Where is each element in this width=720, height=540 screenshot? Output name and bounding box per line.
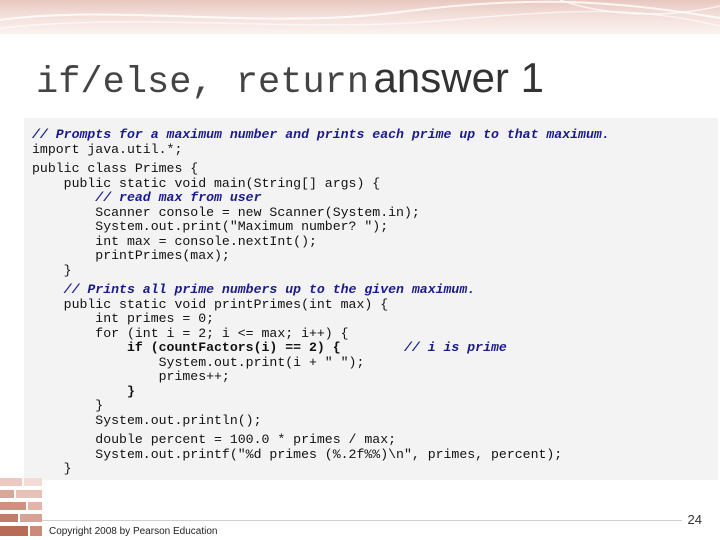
code-line: System.out.print(i + " "); <box>32 354 365 370</box>
code-line: } <box>32 262 72 278</box>
code-line: } <box>32 398 104 413</box>
code-line: if (countFactors(i) == 2) { // i is prim… <box>32 340 610 356</box>
code-line: for (int i = 2; i <= max; i++) { <box>32 325 349 341</box>
code-line: } <box>32 383 135 399</box>
code-line: System.out.print("Maximum number? "); <box>32 219 389 234</box>
copyright-text: Copyright 2008 by Pearson Education <box>49 526 218 537</box>
slide-title: if/else, return answer 1 <box>36 54 544 104</box>
code-line: import java.util.*; <box>32 141 183 157</box>
brick-decoration <box>0 478 42 536</box>
code-line: // Prompts for a maximum number and prin… <box>32 127 610 142</box>
page-number: 24 <box>687 512 702 527</box>
code-line: int max = console.nextInt(); <box>32 233 317 249</box>
code-line: printPrimes(max); <box>32 248 230 263</box>
code-line: int primes = 0; <box>32 311 215 326</box>
code-line: primes++; <box>32 369 230 384</box>
code-block: // Prompts for a maximum number and prin… <box>32 127 610 477</box>
header-swirl-decoration <box>0 0 720 29</box>
code-inline-comment: // i is prime <box>340 340 507 355</box>
code-line: System.out.println(); <box>32 412 262 428</box>
code-line: // Prints all prime numbers up to the gi… <box>32 282 476 297</box>
footer-divider <box>42 520 682 521</box>
code-line: public static void printPrimes(int max) … <box>32 296 389 312</box>
code-line: } <box>32 461 72 476</box>
code-if-statement: if (countFactors(i) == 2) { <box>32 340 341 355</box>
code-line: double percent = 100.0 * primes / max; <box>32 432 397 447</box>
code-line: public class Primes { <box>32 161 199 176</box>
code-line: Scanner console = new Scanner(System.in)… <box>32 204 420 220</box>
title-text-part: answer 1 <box>373 54 544 101</box>
title-code-part: if/else, return <box>36 62 370 104</box>
header-band <box>0 0 720 34</box>
code-line: // read max from user <box>32 190 262 205</box>
code-line: public static void main(String[] args) { <box>32 175 381 191</box>
code-line: System.out.printf("%d primes (%.2f%%)\n"… <box>32 446 563 462</box>
